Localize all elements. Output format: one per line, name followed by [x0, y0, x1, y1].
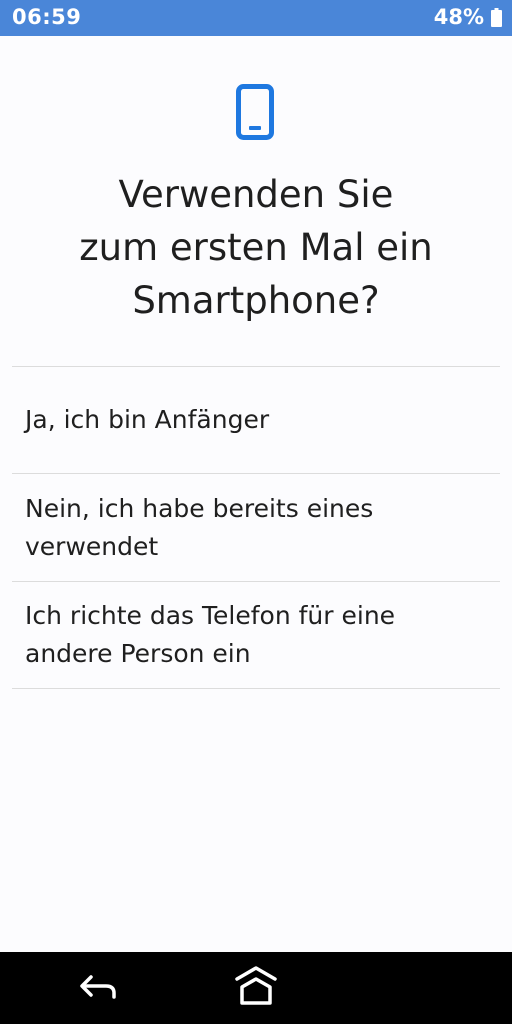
status-time: 06:59: [12, 5, 82, 29]
option-beginner[interactable]: Ja, ich bin Anfänger: [12, 367, 500, 473]
title-line: Verwenden Sie: [118, 173, 394, 216]
battery-icon: [491, 7, 502, 27]
option-label: Ich richte das Telefon für eine andere P…: [25, 601, 396, 668]
page-title: Verwenden Sie zum ersten Mal ein Smartph…: [0, 168, 512, 327]
home-icon[interactable]: [234, 965, 278, 1009]
divider: [12, 688, 500, 689]
option-used-before[interactable]: Nein, ich habe bereits eines verwendet: [12, 474, 500, 581]
smartphone-icon: [236, 84, 274, 140]
back-icon[interactable]: [78, 970, 118, 1006]
status-right: 48%: [434, 5, 502, 29]
option-for-other-person[interactable]: Ich richte das Telefon für eine andere P…: [12, 582, 500, 688]
status-bar: 06:59 48%: [0, 0, 512, 36]
navigation-bar: [0, 952, 512, 1024]
screen: 06:59 48% Verwenden Sie zum ersten Mal e…: [0, 0, 512, 1024]
option-label: Ja, ich bin Anfänger: [25, 405, 270, 434]
title-line: zum ersten Mal ein: [79, 226, 433, 269]
option-label: Nein, ich habe bereits eines verwendet: [25, 493, 374, 561]
battery-percent: 48%: [433, 5, 484, 29]
title-line: Smartphone?: [132, 279, 380, 322]
